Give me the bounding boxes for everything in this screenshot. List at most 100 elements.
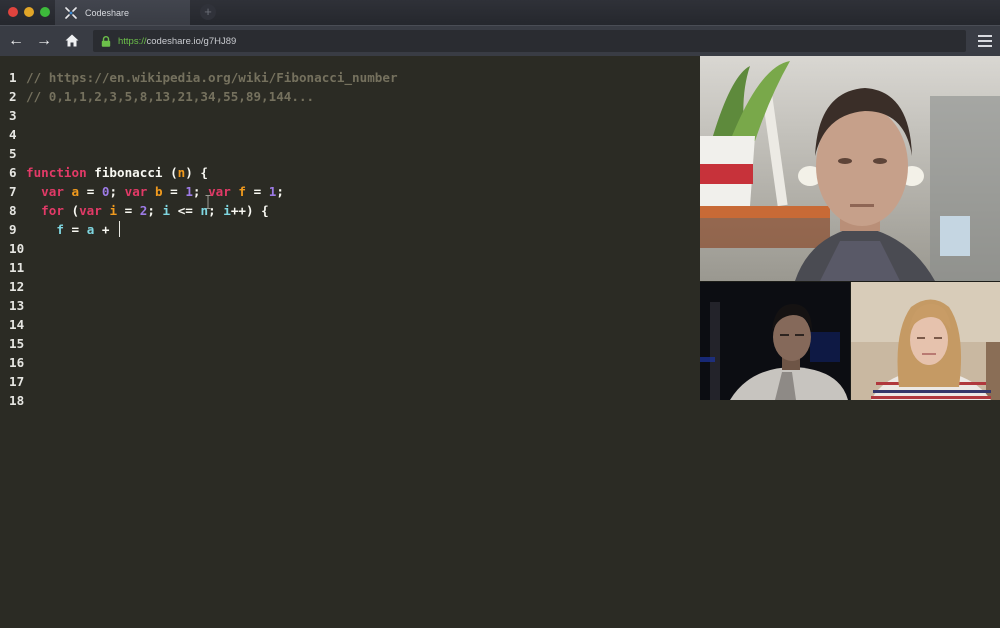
close-window-button[interactable] <box>8 7 18 17</box>
line-number: 17 <box>9 374 25 389</box>
code-token: i <box>223 203 231 218</box>
line-number: 16 <box>9 355 25 370</box>
forward-button[interactable]: → <box>35 32 53 50</box>
arrow-left-icon: ← <box>8 32 24 49</box>
navigation-bar: ← → https:// codeshare.io/g7HJ89 <box>0 25 1000 56</box>
code-content: // https://en.wikipedia.org/wiki/Fibonac… <box>26 70 398 85</box>
code-token: ; <box>276 184 284 199</box>
code-token: = <box>162 184 186 199</box>
code-token: fibonacci ( <box>86 165 178 180</box>
code-line[interactable]: 17 <box>0 372 26 391</box>
code-line[interactable]: 14 <box>0 315 26 334</box>
tab-codeshare[interactable]: Codeshare <box>55 0 190 25</box>
code-line[interactable]: 3 <box>0 106 26 125</box>
url-path: codeshare.io/g7HJ89 <box>146 35 237 47</box>
code-line[interactable]: 4 <box>0 125 26 144</box>
code-token: var <box>124 184 148 199</box>
code-token: b <box>154 184 163 199</box>
address-bar[interactable]: https:// codeshare.io/g7HJ89 <box>93 30 966 52</box>
back-button[interactable]: ← <box>7 32 25 50</box>
code-line[interactable]: 9 f = a + <box>0 220 121 239</box>
maximize-window-button[interactable] <box>40 7 50 17</box>
line-number: 2 <box>9 89 17 104</box>
video-participant-3[interactable] <box>851 282 1000 400</box>
line-number: 8 <box>9 203 17 218</box>
line-number: 6 <box>9 165 17 180</box>
code-line[interactable]: 11 <box>0 258 26 277</box>
code-line[interactable]: 1 // https://en.wikipedia.org/wiki/Fibona… <box>0 68 398 87</box>
code-token: for <box>41 203 64 218</box>
text-caret <box>119 221 121 237</box>
code-line[interactable]: 13 <box>0 296 26 315</box>
code-token: var <box>41 184 64 199</box>
window-controls <box>8 7 50 17</box>
code-content: var a = 0; var b = 1; var f = 1; <box>26 184 284 199</box>
code-line[interactable]: 10 <box>0 239 26 258</box>
code-token: = <box>79 184 102 199</box>
code-token: = <box>246 184 269 199</box>
code-line[interactable]: 5 <box>0 144 26 163</box>
code-content: f = a + <box>26 221 121 237</box>
new-tab-button[interactable]: + <box>200 4 216 20</box>
video-call-panel <box>700 56 1000 400</box>
code-line[interactable]: 15 <box>0 334 26 353</box>
code-token: n <box>200 203 209 218</box>
line-number: 4 <box>9 127 17 142</box>
hamburger-menu-icon[interactable] <box>978 35 992 47</box>
code-line[interactable]: 6 function fibonacci (n) { <box>0 163 208 182</box>
title-bar: Codeshare + <box>0 0 1000 25</box>
code-line[interactable]: 16 <box>0 353 26 372</box>
code-token: + <box>94 222 118 237</box>
code-token: ; <box>109 184 125 199</box>
code-token: ; <box>192 184 209 199</box>
codeshare-logo-icon <box>65 6 77 19</box>
line-number: 18 <box>9 393 25 408</box>
code-line[interactable]: 8 for (var i = 2; i <= n; i++) { <box>0 201 269 220</box>
arrow-right-icon: → <box>36 32 52 49</box>
code-token: = <box>63 222 87 237</box>
video-participant-2[interactable] <box>700 282 850 400</box>
tab-title: Codeshare <box>85 7 130 18</box>
line-number: 3 <box>9 108 17 123</box>
line-number: 10 <box>9 241 25 256</box>
code-token: a <box>71 184 80 199</box>
code-token: <= <box>170 203 201 218</box>
line-number: 9 <box>9 222 17 237</box>
code-token: f <box>238 184 247 199</box>
line-number: 7 <box>9 184 17 199</box>
code-editor[interactable]: 1 // https://en.wikipedia.org/wiki/Fibona… <box>0 56 700 628</box>
home-button[interactable] <box>63 32 81 50</box>
code-token: i <box>109 203 118 218</box>
code-token: = <box>117 203 140 218</box>
code-line[interactable]: 18 <box>0 391 26 410</box>
code-content: for (var i = 2; i <= n; i++) { <box>26 203 269 218</box>
lock-icon <box>101 35 111 47</box>
code-token: 1 <box>185 184 193 199</box>
home-icon <box>65 34 79 47</box>
code-line[interactable]: 2 // 0,1,1,2,3,5,8,13,21,34,55,89,144... <box>0 87 314 106</box>
code-token: ++) { <box>230 203 269 218</box>
code-content: function fibonacci (n) { <box>26 165 208 180</box>
code-token: f <box>56 222 64 237</box>
code-token: ; <box>208 203 224 218</box>
minimize-window-button[interactable] <box>24 7 34 17</box>
code-token: function <box>26 165 87 180</box>
code-token: // 0,1,1,2,3,5,8,13,21,34,55,89,144... <box>26 89 315 104</box>
code-token: i <box>162 203 171 218</box>
line-number: 12 <box>9 279 25 294</box>
code-token: ( <box>63 203 80 218</box>
line-number: 1 <box>9 70 17 85</box>
line-number: 13 <box>9 298 25 313</box>
line-number: 11 <box>9 260 25 275</box>
line-number: 15 <box>9 336 25 351</box>
code-line[interactable]: 7 var a = 0; var b = 1; var f = 1; <box>0 182 284 201</box>
url-scheme: https:// <box>118 35 147 47</box>
video-participant-main[interactable] <box>700 56 1000 281</box>
code-line[interactable]: 12 <box>0 277 26 296</box>
code-token: var <box>79 203 102 218</box>
code-content: // 0,1,1,2,3,5,8,13,21,34,55,89,144... <box>26 89 314 104</box>
